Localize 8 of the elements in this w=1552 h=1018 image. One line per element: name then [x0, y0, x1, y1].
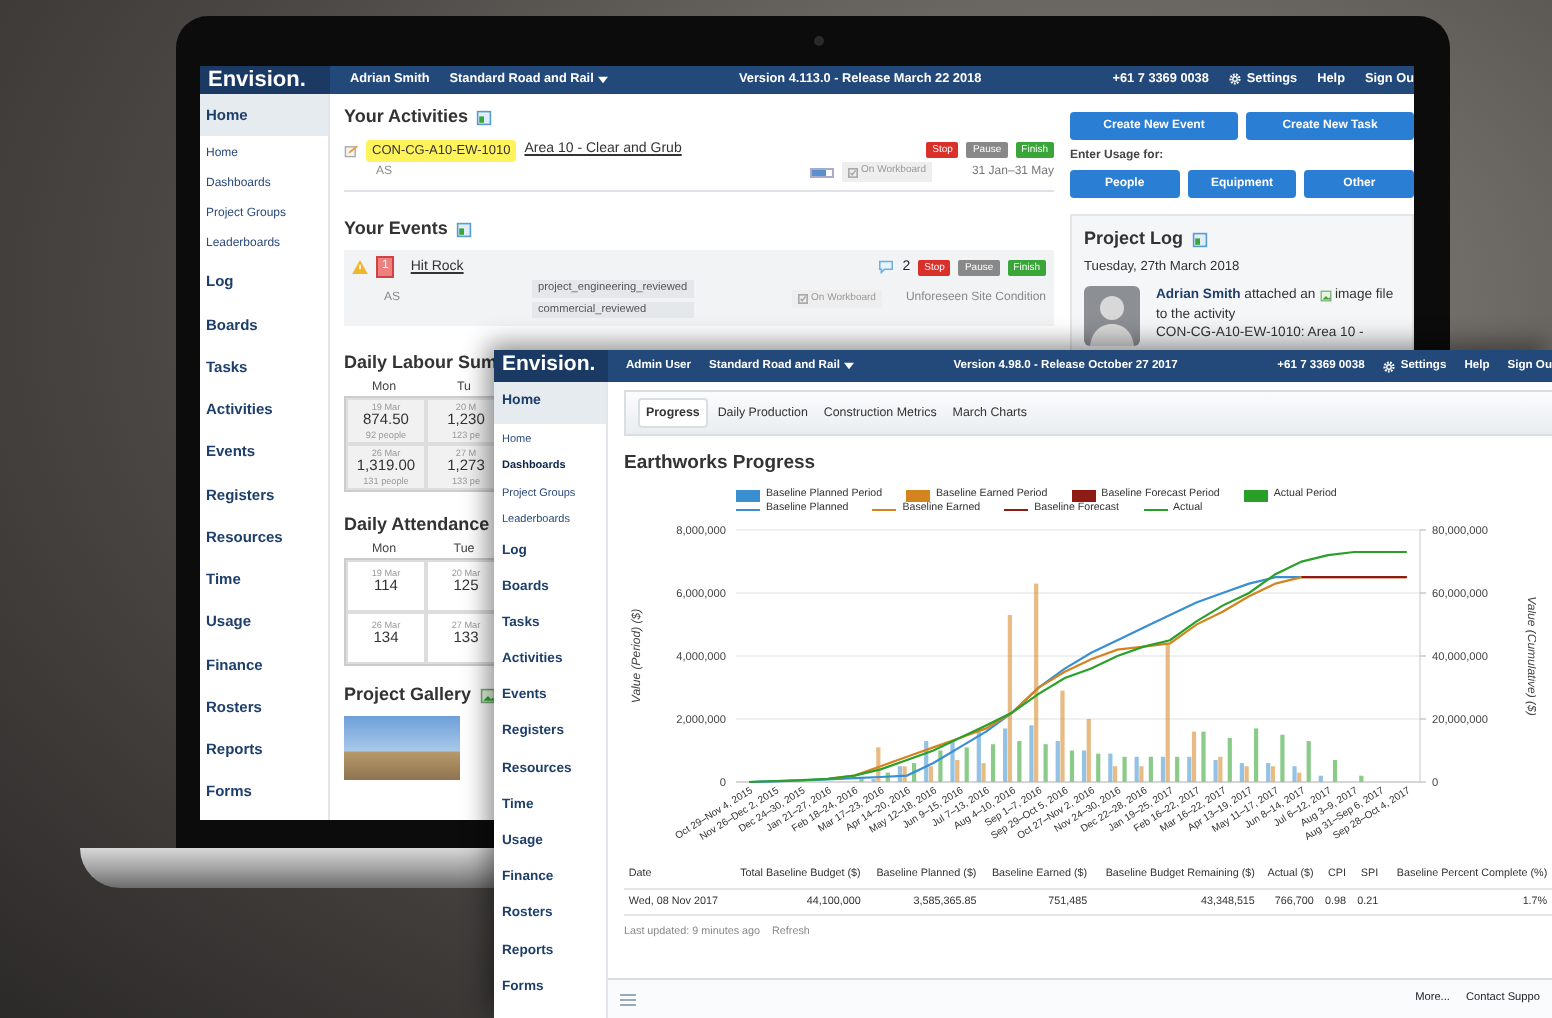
- app-logo: Envision.: [494, 350, 608, 382]
- panel-title: Project Log: [1084, 226, 1184, 252]
- section-title: Project Gallery: [344, 681, 472, 708]
- chart-title: Earthworks Progress: [624, 450, 818, 479]
- section-title: Daily Attendance: [344, 512, 490, 539]
- section-title: Your Activities: [344, 104, 469, 130]
- section-title: Your Events: [344, 215, 448, 242]
- app-logo: Envision.: [200, 66, 330, 94]
